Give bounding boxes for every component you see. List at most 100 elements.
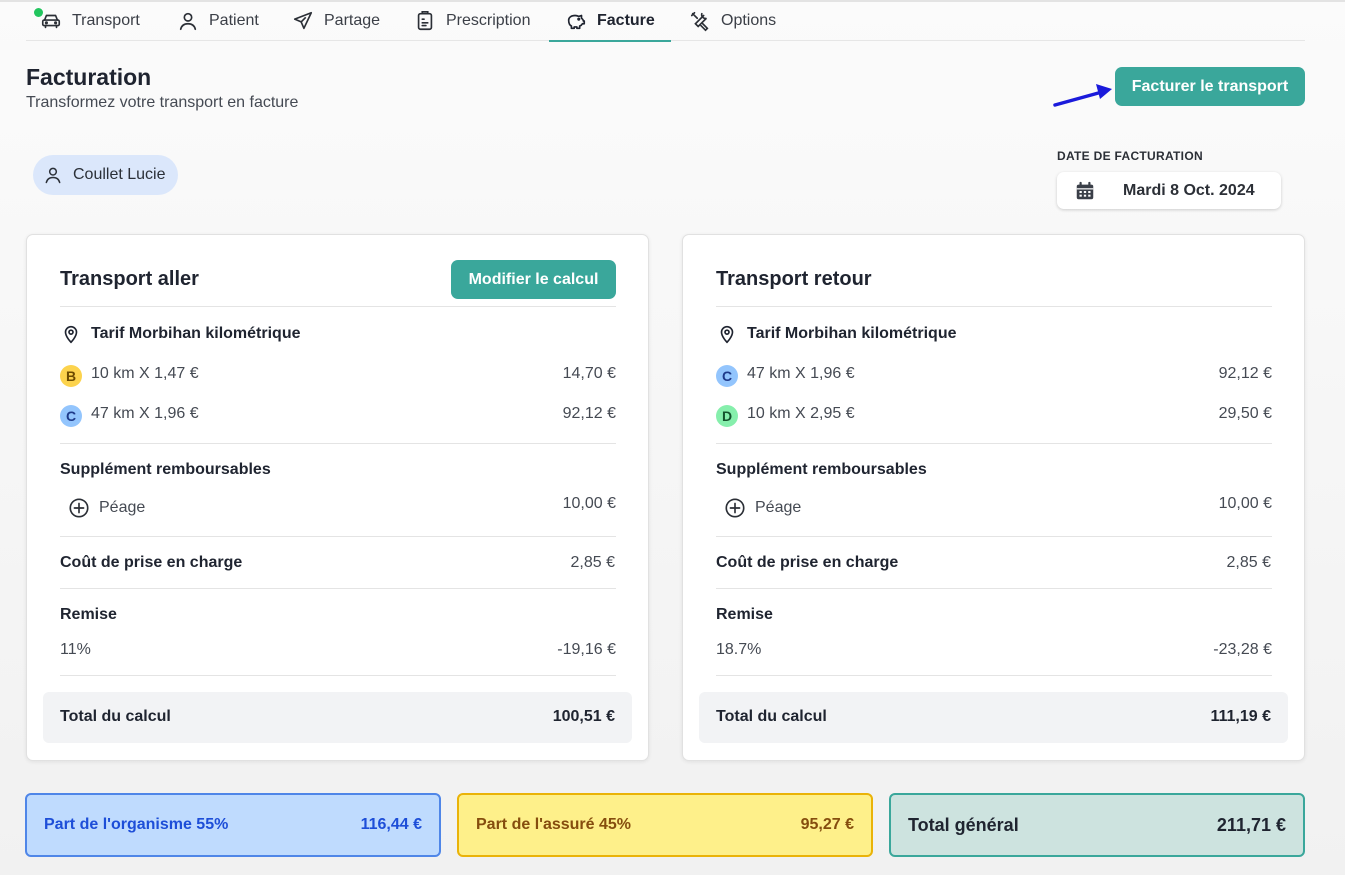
fare-amount: 92,12 €: [1218, 365, 1272, 382]
map-pin-icon: [64, 325, 78, 344]
remise-title: Remise: [716, 606, 773, 623]
fare-badge: D: [716, 405, 738, 427]
card-title: Transport retour: [716, 268, 872, 290]
tab-bar: Transport Patient Partage Prescription F…: [26, 2, 1305, 42]
fare-text: 10 km X 1,47 €: [91, 365, 199, 382]
arrow-icon: [1053, 84, 1112, 107]
tab-label: Transport: [72, 12, 140, 29]
remise-amount: -19,16 €: [557, 641, 616, 658]
card-transport-aller: Transport aller Modifier le calcul Tarif…: [26, 234, 649, 761]
divider: [716, 536, 1272, 537]
tarif-label: Tarif Morbihan kilométrique: [91, 325, 301, 342]
organisme-share-box: Part de l'organisme 55% 116,44 €: [25, 793, 441, 857]
bill-transport-button[interactable]: Facturer le transport: [1115, 67, 1305, 106]
grand-total-box: Total général 211,71 €: [889, 793, 1305, 857]
fare-line: B 10 km X 1,47 € 14,70 €: [60, 362, 616, 387]
edit-calculation-button[interactable]: Modifier le calcul: [451, 260, 616, 299]
fare-text: 10 km X 2,95 €: [747, 405, 855, 422]
divider: [60, 443, 616, 444]
tarif-label: Tarif Morbihan kilométrique: [747, 325, 957, 342]
divider: [716, 588, 1272, 589]
add-circle-icon[interactable]: [68, 497, 90, 519]
status-dot: [34, 8, 43, 17]
supplement-amount: 10,00 €: [562, 495, 616, 512]
divider: [60, 675, 616, 676]
total-label: Total du calcul: [60, 708, 171, 725]
tab-label: Facture: [597, 12, 655, 29]
fare-amount: 29,50 €: [1218, 405, 1272, 422]
divider: [716, 675, 1272, 676]
map-pin-icon: [720, 325, 734, 344]
supplement-line[interactable]: Péage 10,00 €: [716, 495, 1272, 520]
assure-share-label: Part de l'assuré 45%: [476, 816, 631, 833]
prise-en-charge-amount: 2,85 €: [1226, 554, 1271, 571]
fare-badge: C: [716, 365, 738, 387]
organisme-share-label: Part de l'organisme 55%: [44, 816, 229, 833]
remise-percent: 11%: [60, 641, 91, 658]
car-icon: [34, 8, 62, 32]
calendar-icon: [1076, 181, 1094, 200]
tab-facture[interactable]: Facture: [549, 2, 671, 42]
patient-chip[interactable]: Coullet Lucie: [33, 155, 178, 195]
tab-partage[interactable]: Partage: [292, 2, 380, 40]
tab-options[interactable]: Options: [689, 2, 776, 40]
divider: [716, 443, 1272, 444]
add-circle-icon[interactable]: [724, 497, 746, 519]
fare-badge: B: [60, 365, 82, 387]
prise-en-charge-label: Coût de prise en charge: [716, 554, 899, 571]
tab-label: Options: [721, 12, 777, 29]
total-amount: 100,51 €: [552, 708, 615, 725]
assure-share-amount: 95,27 €: [800, 816, 854, 833]
remise-line: 18.7% -23,28 €: [716, 638, 1272, 662]
tarif-title: Tarif Morbihan kilométrique: [716, 323, 957, 345]
billing-date-label: DATE DE FACTURATION: [1057, 149, 1203, 163]
tab-label: Partage: [324, 12, 381, 29]
organisme-share-amount: 116,44 €: [360, 816, 422, 833]
tab-prescription[interactable]: Prescription: [414, 2, 530, 40]
divider: [716, 306, 1272, 307]
prise-en-charge-amount: 2,85 €: [570, 554, 615, 571]
tab-patient[interactable]: Patient: [177, 2, 259, 40]
fare-text: 47 km X 1,96 €: [91, 405, 199, 422]
prise-en-charge-label: Coût de prise en charge: [60, 554, 243, 571]
tarif-title: Tarif Morbihan kilométrique: [60, 323, 301, 345]
card-transport-retour: Transport retour Tarif Morbihan kilométr…: [682, 234, 1305, 761]
remise-title: Remise: [60, 606, 117, 623]
supplement-label: Péage: [99, 499, 146, 516]
total-row: Total du calcul 100,51 €: [43, 692, 632, 743]
fare-amount: 92,12 €: [562, 405, 616, 422]
supplement-amount: 10,00 €: [1218, 495, 1272, 512]
user-icon: [177, 10, 199, 32]
tab-transport[interactable]: Transport: [34, 2, 140, 40]
supplement-title: Supplément remboursables: [60, 461, 271, 478]
page-subtitle: Transformez votre transport en facture: [26, 94, 299, 111]
patient-name: Coullet Lucie: [73, 166, 166, 183]
fare-amount: 14,70 €: [562, 365, 616, 382]
billing-date-value: Mardi 8 Oct. 2024: [1123, 181, 1255, 199]
card-title: Transport aller: [60, 268, 199, 290]
grand-total-label: Total général: [908, 814, 1019, 835]
send-icon: [292, 10, 314, 32]
supplement-line[interactable]: Péage 10,00 €: [60, 495, 616, 520]
remise-amount: -23,28 €: [1213, 641, 1272, 658]
clipboard-icon: [414, 10, 436, 32]
fare-badge: C: [60, 405, 82, 427]
fare-line: C 47 km X 1,96 € 92,12 €: [716, 362, 1272, 387]
fare-line: D 10 km X 2,95 € 29,50 €: [716, 402, 1272, 427]
user-icon: [45, 167, 61, 184]
page-title: Facturation: [26, 64, 152, 90]
remise-percent: 18.7%: [716, 641, 762, 658]
tab-label: Prescription: [446, 12, 531, 29]
assure-share-box: Part de l'assuré 45% 95,27 €: [457, 793, 873, 857]
grand-total-amount: 211,71 €: [1216, 814, 1286, 835]
piggy-bank-icon: [565, 10, 587, 32]
billing-date-picker[interactable]: Mardi 8 Oct. 2024: [1057, 172, 1281, 209]
remise-line: 11% -19,16 €: [60, 638, 616, 662]
divider: [60, 588, 616, 589]
total-amount: 111,19 €: [1210, 708, 1271, 725]
supplement-title: Supplément remboursables: [716, 461, 927, 478]
total-row: Total du calcul 111,19 €: [699, 692, 1288, 743]
fare-line: C 47 km X 1,96 € 92,12 €: [60, 402, 616, 427]
fare-text: 47 km X 1,96 €: [747, 365, 855, 382]
divider: [60, 536, 616, 537]
